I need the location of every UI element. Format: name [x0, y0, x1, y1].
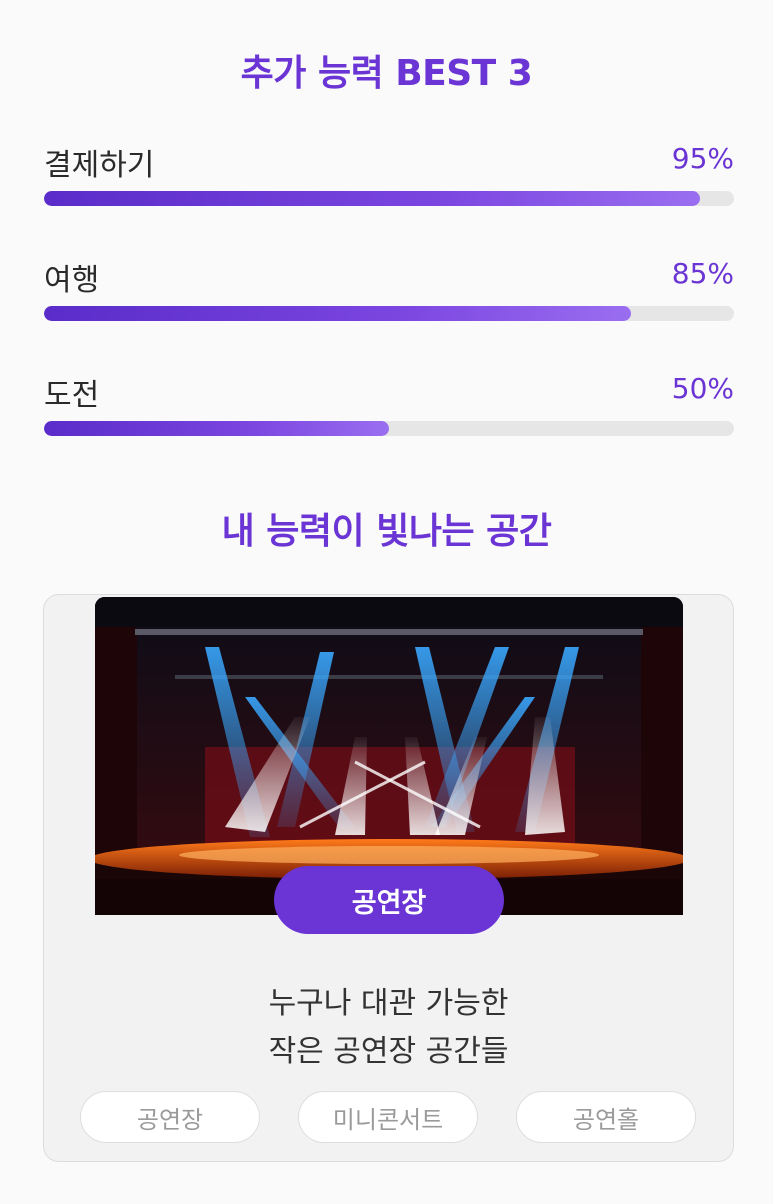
skill-progress-track [44, 306, 734, 321]
venue-description: 누구나 대관 가능한 작은 공연장 공간들 [44, 980, 733, 1076]
venue-button[interactable]: 공연장 [274, 866, 504, 934]
venue-description-line2: 작은 공연장 공간들 [268, 1034, 509, 1069]
venue-tags: 공연장 미니콘서트 공연홀 [80, 1091, 698, 1143]
skills-section-title: 추가 능력 BEST 3 [240, 53, 533, 94]
skill-percent: 85% [671, 257, 734, 290]
skill-label: 여행 [44, 263, 100, 298]
tag-chip[interactable]: 미니콘서트 [298, 1091, 478, 1143]
skill-percent: 95% [671, 142, 734, 175]
skill-progress-fill [44, 421, 389, 436]
skill-label: 도전 [44, 378, 100, 413]
tag-chip[interactable]: 공연장 [80, 1091, 260, 1143]
skill-item: 결제하기 95% [44, 140, 734, 210]
skill-progress-fill [44, 306, 631, 321]
skill-percent: 50% [671, 372, 734, 405]
skill-progress-track [44, 191, 734, 206]
skill-progress-track [44, 421, 734, 436]
skill-item: 여행 85% [44, 255, 734, 325]
skill-label: 결제하기 [44, 148, 155, 183]
skill-item: 도전 50% [44, 370, 734, 440]
venue-card: 공연장 누구나 대관 가능한 작은 공연장 공간들 공연장 미니콘서트 공연홀 [43, 594, 734, 1162]
tag-chip[interactable]: 공연홀 [516, 1091, 696, 1143]
space-section-title: 내 능력이 빛나는 공간 [221, 511, 552, 552]
skill-progress-fill [44, 191, 700, 206]
venue-description-line1: 누구나 대관 가능한 [268, 986, 509, 1021]
